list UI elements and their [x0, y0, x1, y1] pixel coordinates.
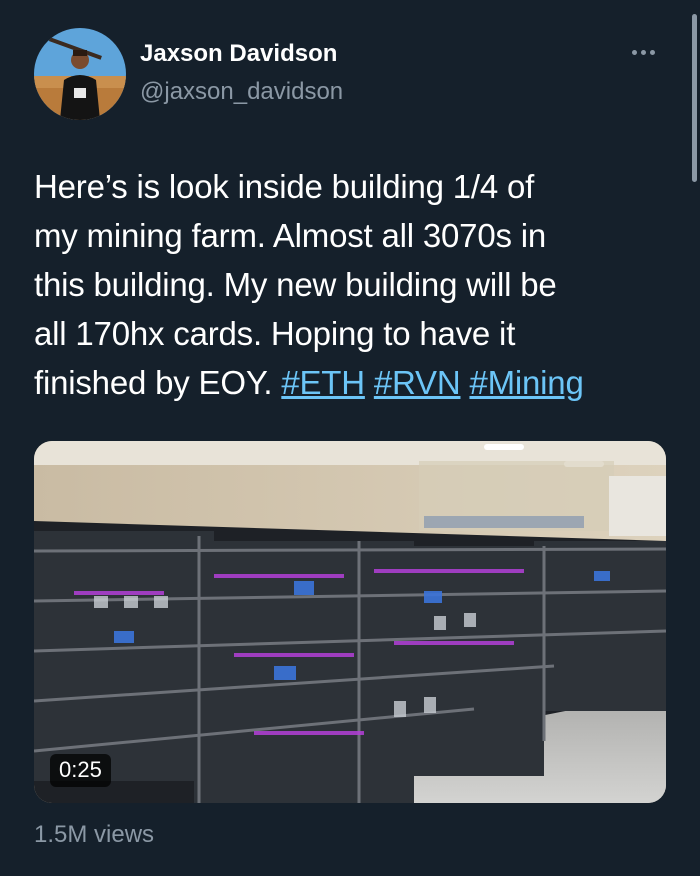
- view-count: 1.5M views: [34, 821, 155, 848]
- tweet-line: Here’s is look inside building 1/4 of: [34, 168, 535, 205]
- tweet-line: this building. My new building will be: [34, 266, 557, 303]
- author-handle[interactable]: @jaxson_davidson: [140, 78, 343, 106]
- more-options-button[interactable]: [628, 40, 672, 66]
- hashtag-eth[interactable]: #ETH: [281, 364, 365, 401]
- hashtag-mining[interactable]: #Mining: [469, 364, 583, 401]
- author-name[interactable]: Jaxson Davidson: [140, 40, 337, 68]
- tweet-line-last: finished by EOY. #ETH #RVN #Mining: [34, 358, 674, 407]
- tweet-text: Here’s is look inside building 1/4 of my…: [34, 162, 674, 407]
- tweet-line: my mining farm. Almost all 3070s in: [34, 217, 547, 254]
- more-horizontal-icon: [632, 50, 637, 55]
- tweet-line: finished by EOY.: [34, 364, 282, 401]
- video-duration-badge: 0:25: [50, 754, 111, 787]
- scrollbar[interactable]: [688, 0, 700, 876]
- avatar[interactable]: [34, 28, 126, 120]
- video-player[interactable]: 0:25: [34, 441, 666, 803]
- scrollbar-thumb[interactable]: [692, 14, 697, 182]
- video-thumbnail: [34, 441, 666, 803]
- tweet-line: all 170hx cards. Hoping to have it: [34, 315, 516, 352]
- hashtag-rvn[interactable]: #RVN: [374, 364, 461, 401]
